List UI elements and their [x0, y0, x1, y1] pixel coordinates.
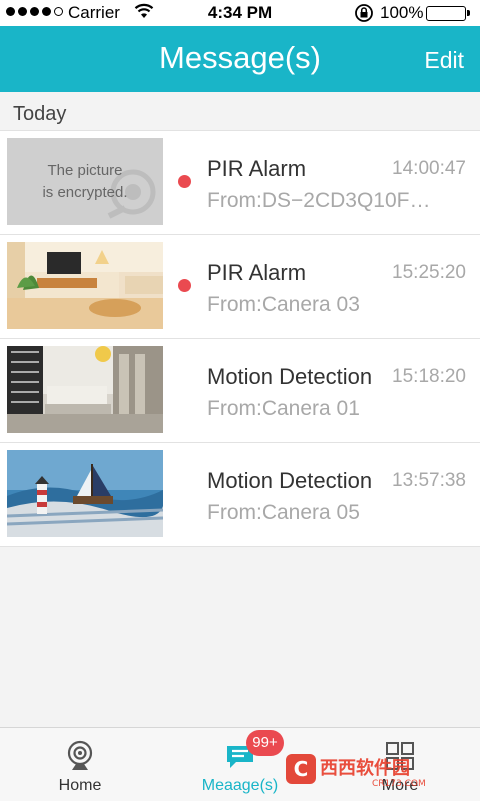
camera-icon	[67, 740, 93, 770]
message-time: 13:57:38	[392, 470, 466, 491]
message-source: From:Canera 01	[207, 397, 360, 420]
message-list: The picture is encrypted. PIR Alarm From…	[0, 131, 480, 547]
message-time: 15:25:20	[392, 262, 466, 283]
message-title: Motion Detection	[207, 364, 373, 389]
message-source: From:Canera 03	[207, 293, 360, 316]
watermark-text: 西西软件园	[320, 757, 410, 779]
encrypted-thumbnail: The picture is encrypted.	[7, 138, 163, 225]
rotation-lock-icon	[354, 3, 374, 28]
page-title: Message(s)	[159, 40, 321, 75]
message-title: PIR Alarm	[207, 260, 307, 285]
encrypted-text-line2: is encrypted.	[42, 184, 128, 201]
message-row[interactable]: PIR Alarm From:Canera 03 15:25:20	[0, 235, 480, 339]
message-row[interactable]: Motion Detection From:Canera 01 15:18:20	[0, 339, 480, 443]
svg-text:C: C	[294, 757, 309, 781]
message-title: PIR Alarm	[207, 156, 307, 181]
snapshot-thumbnail	[7, 242, 163, 329]
message-row[interactable]: The picture is encrypted. PIR Alarm From…	[0, 131, 480, 235]
message-source: From:Canera 05	[207, 501, 360, 524]
unread-dot	[178, 175, 191, 188]
snapshot-thumbnail	[7, 346, 163, 433]
encrypted-text-line1: The picture	[47, 162, 123, 179]
message-source: From:DS−2CD3Q10F…	[207, 189, 431, 212]
unread-dot	[178, 279, 191, 292]
snapshot-thumbnail	[7, 450, 163, 537]
watermark-url: CR173.COM	[372, 779, 426, 788]
message-time: 15:18:20	[392, 366, 466, 387]
message-title: Motion Detection	[207, 468, 373, 493]
edit-button[interactable]: Edit	[424, 47, 464, 74]
tab-home-label: Home	[58, 777, 102, 794]
unread-count-badge: 99+	[246, 730, 284, 756]
site-watermark: C 西西软件园 CR173.COM	[286, 754, 426, 788]
section-header-today: Today	[0, 92, 480, 131]
tab-home[interactable]: Home	[0, 728, 160, 801]
status-bar: Carrier 4:34 PM 100%	[0, 0, 480, 26]
section-header-label: Today	[13, 103, 67, 125]
navigation-bar: Message(s) Edit	[0, 26, 480, 92]
battery-icon	[426, 6, 470, 21]
message-time: 14:00:47	[392, 158, 466, 179]
battery-percentage: 100%	[380, 3, 424, 22]
message-row[interactable]: Motion Detection From:Canera 05 13:57:38	[0, 443, 480, 547]
